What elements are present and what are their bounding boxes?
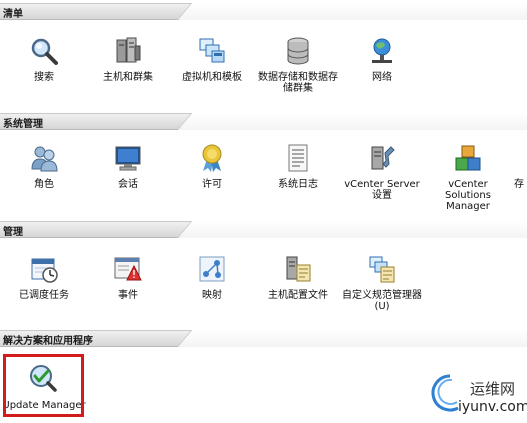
section-header-system-admin: 系统管理: [0, 113, 527, 130]
tile-label: 虚拟机和模板: [182, 72, 242, 83]
tile-sessions[interactable]: 会话: [86, 143, 170, 215]
watermark-en: iyunv.com: [458, 399, 527, 415]
tile-network[interactable]: 网络: [340, 36, 424, 108]
tile-scheduled-tasks[interactable]: 已调度任务: [2, 254, 86, 326]
customization-spec-icon: [367, 254, 397, 284]
datastore-icon: [283, 36, 313, 66]
watermark: 运维网 iyunv.com: [428, 372, 527, 418]
events-icon: [113, 254, 143, 284]
section-header-management: 管理: [0, 221, 527, 238]
network-icon: [367, 36, 397, 66]
tile-label: 已调度任务: [19, 290, 69, 301]
tile-roles[interactable]: 角色: [2, 143, 86, 215]
tile-events[interactable]: 事件: [86, 254, 170, 326]
sessions-icon: [113, 143, 143, 173]
section-title-system-admin: 系统管理: [3, 119, 43, 130]
tile-host-profiles[interactable]: 主机配置文件: [256, 254, 340, 326]
highlight-box: [3, 354, 84, 417]
hosts-clusters-icon: [113, 36, 143, 66]
section-title-inventory: 清单: [3, 9, 23, 20]
tile-maps[interactable]: 映射: [170, 254, 254, 326]
tile-search[interactable]: 搜索: [2, 36, 86, 108]
solutions-manager-icon: [453, 143, 483, 173]
section-title-management: 管理: [3, 227, 23, 238]
header-tab-decoration: [177, 113, 527, 130]
tile-label: 会话: [118, 179, 138, 190]
system-logs-icon: [283, 143, 313, 173]
tile-datastores[interactable]: 数据存储和数据存储群集: [256, 36, 340, 108]
section-header-inventory: 清单: [0, 3, 527, 20]
section-header-solutions: 解决方案和应用程序: [0, 330, 527, 347]
host-profiles-icon: [283, 254, 313, 284]
tile-label: 网络: [372, 72, 392, 83]
tile-label: 主机配置文件: [268, 290, 328, 301]
header-tab-decoration: [177, 330, 527, 347]
tile-label: 主机和群集: [103, 72, 153, 83]
tile-label: 许可: [202, 179, 222, 190]
roles-icon: [29, 143, 59, 173]
watermark-cn: 运维网: [470, 380, 516, 398]
tile-storage-partial[interactable]: 存: [510, 143, 527, 215]
tile-label: 系统日志: [278, 179, 318, 190]
tile-label: 数据存储和数据存储群集: [258, 72, 338, 94]
maps-icon: [197, 254, 227, 284]
header-tab-decoration: [177, 3, 527, 20]
tile-label: 存: [514, 179, 524, 190]
tile-label: 映射: [202, 290, 222, 301]
search-icon: [29, 36, 59, 66]
vcenter-settings-icon: [367, 143, 397, 173]
tile-label: 角色: [34, 179, 54, 190]
tile-label: 搜索: [34, 72, 54, 83]
tile-label: vCenter Server 设置: [344, 179, 420, 201]
scheduled-tasks-icon: [29, 254, 59, 284]
vms-templates-icon: [197, 36, 227, 66]
tile-licensing[interactable]: 许可: [170, 143, 254, 215]
tile-customization-spec[interactable]: 自定义规范管理器(U): [340, 254, 424, 326]
licensing-icon: [197, 143, 227, 173]
tile-hosts-clusters[interactable]: 主机和群集: [86, 36, 170, 108]
tile-system-logs[interactable]: 系统日志: [256, 143, 340, 215]
tile-label: 自定义规范管理器(U): [342, 290, 422, 312]
section-title-solutions: 解决方案和应用程序: [3, 336, 93, 347]
tile-vms-templates[interactable]: 虚拟机和模板: [170, 36, 254, 108]
tile-vcenter-settings[interactable]: vCenter Server 设置: [340, 143, 424, 215]
tile-label: 事件: [118, 290, 138, 301]
header-tab-decoration: [177, 221, 527, 238]
